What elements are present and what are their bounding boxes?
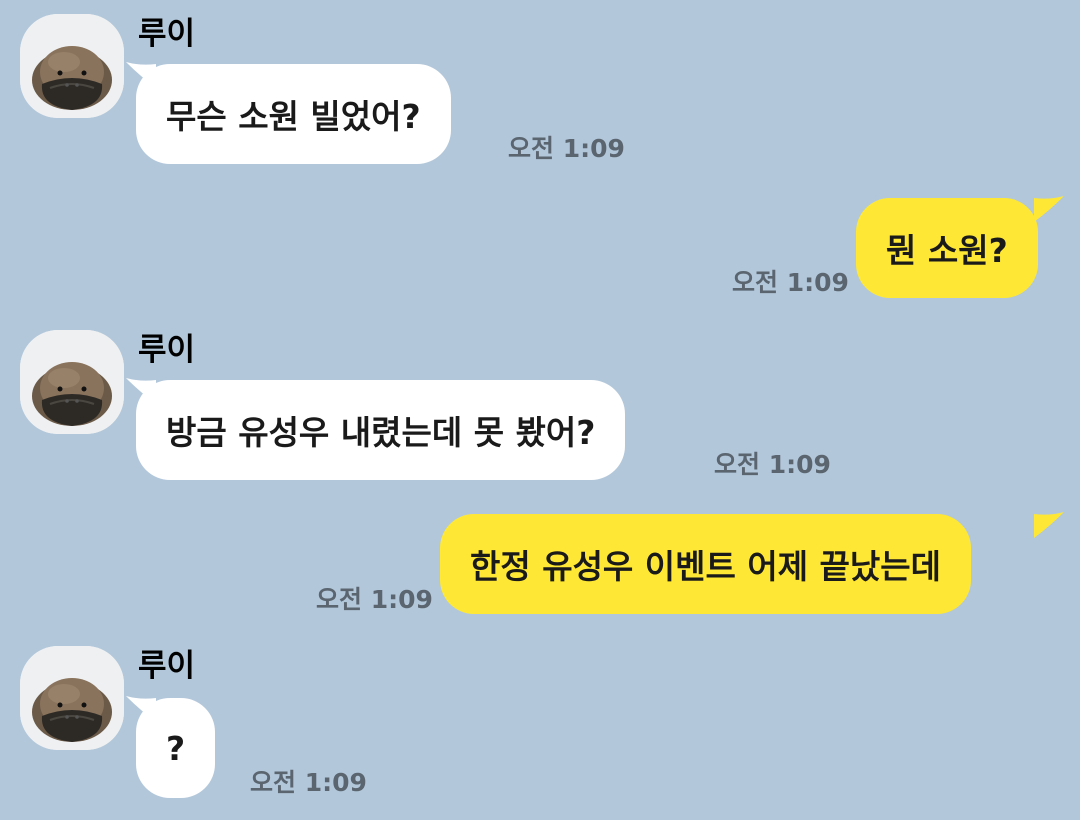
message-incoming-5: 루이 ? 오전 1:09: [0, 0, 1080, 820]
message-bubble[interactable]: ?: [136, 698, 216, 798]
platypus-avatar-icon[interactable]: [20, 646, 124, 750]
message-time: 오전 1:09: [250, 768, 367, 797]
message-text: ?: [166, 728, 186, 768]
sender-name: 루이: [138, 648, 196, 684]
